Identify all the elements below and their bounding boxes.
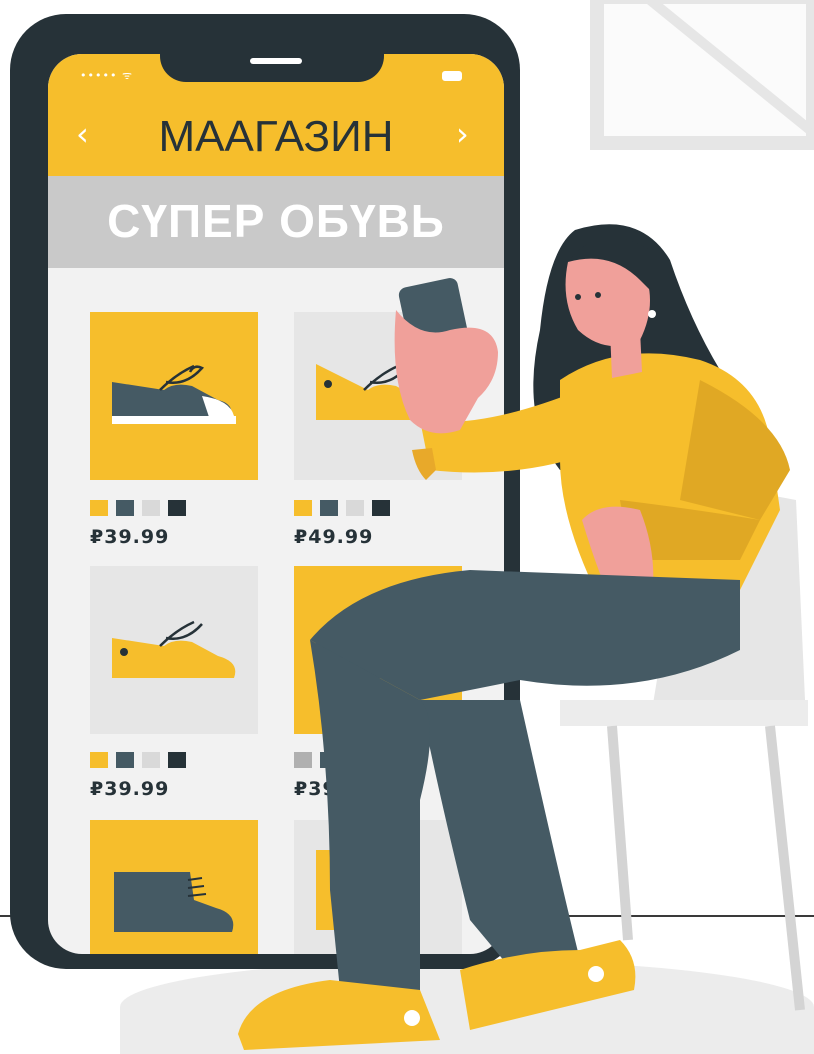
speaker-icon xyxy=(250,58,302,64)
woman-illustration xyxy=(238,224,808,1050)
